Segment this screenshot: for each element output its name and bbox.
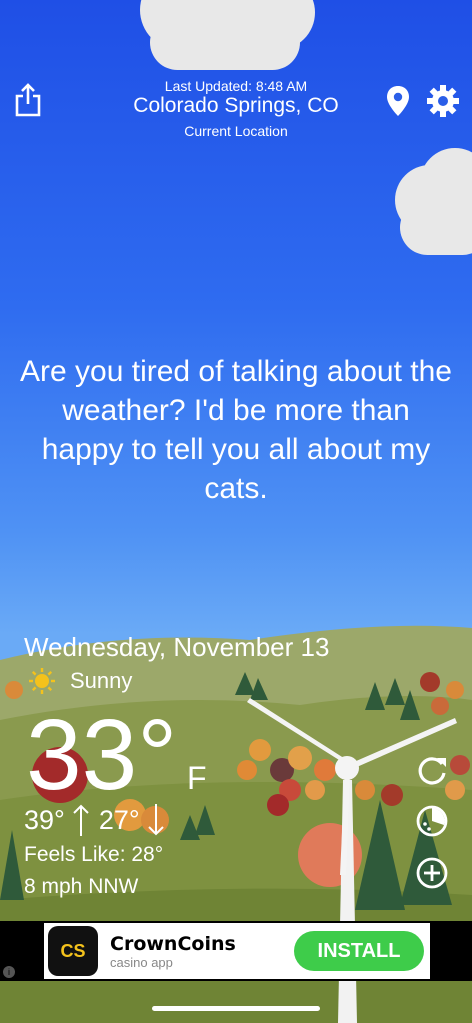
temperature-unit[interactable]: F: [187, 760, 207, 797]
feels-like-label: Feels Like: 28°: [24, 843, 164, 866]
home-indicator[interactable]: [152, 1006, 320, 1011]
settings-button[interactable]: [426, 84, 460, 118]
ad-logo-text: CS: [60, 940, 86, 961]
current-temperature: 33°: [26, 699, 178, 811]
location-label: Current Location: [184, 123, 288, 139]
refresh-button[interactable]: [414, 753, 450, 789]
high-temperature: 39°: [24, 804, 65, 835]
weather-message: Are you tired of talking about the weath…: [20, 355, 452, 505]
date-label: Wednesday, November 13: [24, 632, 330, 662]
sun-icon: [29, 668, 55, 694]
ad-text: CrownCoins casino app: [110, 933, 236, 970]
add-location-button[interactable]: [414, 855, 450, 891]
wind-label: 8 mph NNW: [24, 875, 139, 898]
low-temperature: 27°: [98, 804, 140, 835]
radar-icon: [416, 805, 448, 837]
weather-scene: Last Updated: 8:48 AM Colorado Springs, …: [0, 0, 472, 1023]
condition-label: Sunny: [70, 668, 133, 693]
install-button[interactable]: INSTALL: [294, 931, 424, 971]
info-icon[interactable]: i: [3, 966, 15, 978]
location-pin-icon: [387, 86, 409, 116]
ad-banner[interactable]: CS CrownCoins casino app INSTALL i: [0, 921, 472, 981]
location-button[interactable]: [384, 84, 412, 118]
refresh-icon: [418, 757, 446, 785]
landscape-illustration: [0, 625, 472, 1023]
condition-row: Sunny: [28, 667, 132, 695]
arrow-down-icon: [147, 804, 164, 836]
ad-app-name: CrownCoins: [110, 932, 236, 955]
radar-button[interactable]: [414, 803, 450, 839]
ad-content[interactable]: CS CrownCoins casino app INSTALL: [44, 923, 430, 979]
ad-app-logo: CS: [48, 926, 98, 976]
high-low-row: 39° 27°: [24, 803, 166, 837]
arrow-up-icon: [73, 804, 89, 836]
gear-icon: [427, 85, 459, 117]
add-icon: [416, 857, 448, 889]
ad-app-subtitle: casino app: [110, 954, 173, 970]
